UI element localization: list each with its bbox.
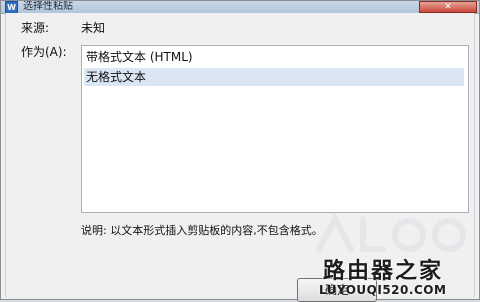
watermark-url: LUYOUQI520.COM (319, 283, 447, 297)
watermark-logo-graphic (316, 212, 466, 252)
window-title: 选择性粘贴 (23, 1, 73, 12)
close-button[interactable]: ✕ (419, 1, 477, 13)
description-text: 说明: 以文本形式插入剪贴板的内容,不包含格式。 (81, 224, 323, 237)
paste-as-listbox[interactable]: 带格式文本 (HTML) 无格式文本 (81, 45, 469, 213)
source-label: 来源: (21, 21, 50, 35)
list-item-plain-text[interactable]: 无格式文本 (84, 68, 464, 86)
paste-special-dialog: W 选择性粘贴 ✕ 来源: 未知 作为(A): 带格式文本 (HTML) 无格式… (0, 0, 480, 302)
as-label: 作为(A): (21, 45, 67, 59)
watermark-site-name: 路由器之家 (323, 259, 444, 284)
list-item-html[interactable]: 带格式文本 (HTML) (86, 48, 193, 66)
source-value: 未知 (81, 21, 106, 35)
